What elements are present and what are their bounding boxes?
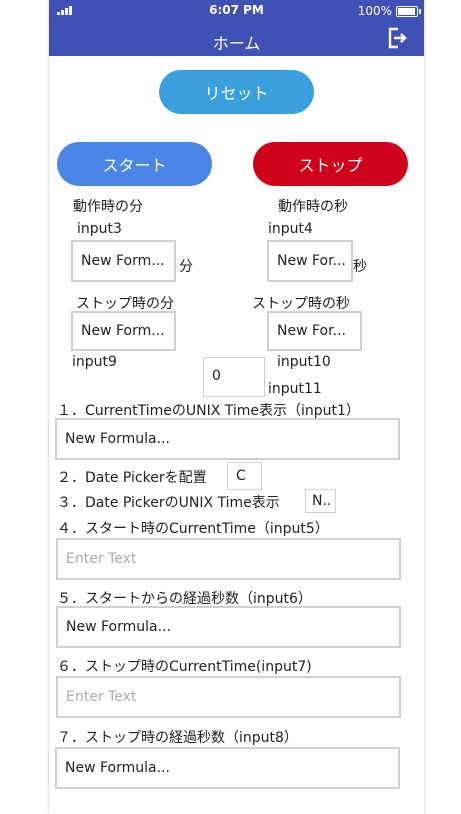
run-seconds-label: 動作時の秒 bbox=[278, 199, 348, 215]
elapsed-at-stop-label: ７．ストップ時の経過秒数（input8） bbox=[57, 730, 298, 746]
input9-label: input9 bbox=[72, 354, 117, 370]
stop-seconds-label: ストップ時の秒 bbox=[252, 296, 350, 312]
stop-button[interactable]: ストップ bbox=[253, 142, 408, 186]
input7-field[interactable]: Enter Text bbox=[56, 676, 401, 718]
battery-icon bbox=[396, 6, 421, 17]
input9-field[interactable]: New Form... bbox=[71, 311, 176, 351]
status-bar: 6:07 PM 100% bbox=[49, 0, 424, 22]
second-unit-label: 秒 bbox=[353, 259, 367, 275]
date-picker-label: ２．Date Pickerを配置 bbox=[57, 470, 207, 486]
page-title: ホーム bbox=[212, 34, 261, 53]
exit-icon[interactable] bbox=[386, 27, 408, 49]
date-unix-field[interactable]: N.. bbox=[305, 489, 336, 513]
input11-field[interactable]: 0 bbox=[203, 357, 265, 397]
input8-field[interactable]: New Formula... bbox=[55, 747, 400, 789]
date-unix-label: ３．Date PickerのUNIX Time表示 bbox=[57, 495, 280, 511]
phone-screen: 6:07 PM 100% ホーム リセット スタート ストップ 動作時の分 動作… bbox=[49, 0, 424, 814]
reset-button[interactable]: リセット bbox=[159, 70, 314, 114]
input4-field[interactable]: New For... bbox=[267, 240, 353, 282]
input3-field[interactable]: New Form... bbox=[71, 240, 176, 282]
header-bar: ホーム bbox=[49, 22, 424, 56]
stop-time-label: ６．ストップ時のCurrentTime(input7) bbox=[57, 659, 312, 675]
start-button[interactable]: スタート bbox=[57, 142, 212, 186]
date-picker[interactable]: C bbox=[227, 462, 262, 490]
input1-field[interactable]: New Formula... bbox=[55, 418, 400, 460]
input10-field[interactable]: New For... bbox=[267, 311, 362, 351]
unix-time-label: １．CurrentTimeのUNIX Time表示（input1） bbox=[57, 403, 360, 419]
stop-minutes-label: ストップ時の分 bbox=[76, 296, 174, 312]
run-minutes-label: 動作時の分 bbox=[73, 199, 143, 215]
input6-field[interactable]: New Formula... bbox=[56, 606, 401, 648]
input11-label: input11 bbox=[268, 381, 322, 397]
elapsed-since-start-label: ５．スタートからの経過秒数（input6） bbox=[57, 591, 312, 607]
start-time-label: ４．スタート時のCurrentTime（input5） bbox=[57, 521, 329, 537]
battery-percent: 100% bbox=[357, 4, 392, 18]
input5-field[interactable]: Enter Text bbox=[56, 538, 401, 580]
minute-unit-label: 分 bbox=[179, 259, 193, 275]
input3-label: input3 bbox=[77, 221, 122, 237]
input10-label: input10 bbox=[277, 354, 331, 370]
input4-label: input4 bbox=[268, 221, 313, 237]
